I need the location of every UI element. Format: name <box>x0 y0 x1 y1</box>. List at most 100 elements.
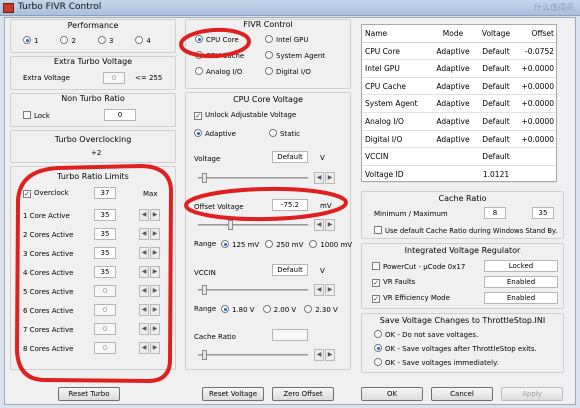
lock-checkbox-box[interactable] <box>23 111 31 119</box>
core-ratio-up-button[interactable]: ▶ <box>150 209 160 221</box>
mode-static-radio[interactable]: Static <box>269 129 300 138</box>
core-ratio-input[interactable]: 35 <box>94 247 116 259</box>
voltage-slider[interactable] <box>198 173 308 183</box>
save-option[interactable]: OK - Save voltages after ThrottleStop ex… <box>374 342 562 356</box>
performance-option-4[interactable]: 4 <box>135 36 151 45</box>
core-ratio-up-button[interactable]: ▶ <box>150 247 160 259</box>
vccin-range-radio-dot[interactable] <box>262 305 271 313</box>
extra-voltage-input[interactable]: 0 <box>103 72 125 84</box>
performance-option-2[interactable]: 2 <box>60 36 76 45</box>
cache-ratio-down-button[interactable]: ◀ <box>314 349 324 361</box>
offset-down-button[interactable]: ◀ <box>314 219 324 231</box>
core-ratio-down-button[interactable]: ◀ <box>139 304 149 316</box>
ivr-checkbox[interactable]: PowerCut - µCode 0x17 <box>372 262 465 271</box>
offset-range-radio-dot[interactable] <box>309 240 318 248</box>
voltage-slider-thumb[interactable] <box>202 173 207 183</box>
save-option[interactable]: OK - Save voltages immediately. <box>374 356 562 370</box>
core-ratio-input[interactable]: 35 <box>94 266 116 278</box>
core-ratio-down-button[interactable]: ◀ <box>139 323 149 335</box>
core-ratio-down-button[interactable]: ◀ <box>139 228 149 240</box>
vccin-range-option[interactable]: 2.30 V <box>304 305 338 314</box>
offset-up-button[interactable]: ▶ <box>325 219 335 231</box>
fivr-option-cpu-cache[interactable]: CPU Cache <box>195 51 244 60</box>
apply-button[interactable]: Apply <box>501 387 563 401</box>
vccin-range-radio-dot[interactable] <box>304 305 313 313</box>
ivr-checkbox[interactable]: ✓ VR Efficiency Mode <box>372 294 450 303</box>
voltage-table-row[interactable]: Intel GPU Adaptive Default +0.0000 <box>362 60 556 78</box>
offset-range-option[interactable]: 250 mV <box>265 240 303 249</box>
offset-range-radio-dot[interactable] <box>221 240 229 248</box>
ok-button[interactable]: OK <box>361 387 423 401</box>
voltage-input[interactable]: Default <box>272 151 308 163</box>
core-ratio-input[interactable]: 0 <box>94 285 116 297</box>
reset-voltage-button[interactable]: Reset Voltage <box>202 387 264 401</box>
performance-radio-dot[interactable] <box>60 36 69 44</box>
save-radio-dot[interactable] <box>374 330 382 338</box>
voltage-table-row[interactable]: Voltage ID 1.0121 <box>362 166 556 184</box>
offset-voltage-input[interactable]: -75.2 <box>272 199 308 211</box>
voltage-table-row[interactable]: VCCIN Default <box>362 148 556 166</box>
cache-ratio-input[interactable] <box>272 329 308 341</box>
cancel-button[interactable]: Cancel <box>431 387 493 401</box>
voltage-table-row[interactable]: Analog I/O Adaptive Default +0.0000 <box>362 113 556 131</box>
core-ratio-down-button[interactable]: ◀ <box>139 209 149 221</box>
core-ratio-up-button[interactable]: ▶ <box>150 304 160 316</box>
voltage-up-button[interactable]: ▶ <box>325 172 335 184</box>
overclock-checkbox-box[interactable]: ✓ <box>23 190 31 198</box>
fivr-option-cpu-core[interactable]: CPU Core <box>195 35 239 44</box>
default-cache-checkbox[interactable]: Use default Cache Ratio during Windows S… <box>374 226 557 235</box>
core-ratio-down-button[interactable]: ◀ <box>139 285 149 297</box>
offset-range-option[interactable]: 1000 mV <box>309 240 352 249</box>
core-ratio-input[interactable]: 35 <box>94 228 116 240</box>
offset-range-option[interactable]: 125 mV <box>221 240 259 249</box>
core-ratio-input[interactable]: 0 <box>94 323 116 335</box>
fivr-option-analog-i-o[interactable]: Analog I/O <box>195 67 242 76</box>
vccin-slider-thumb[interactable] <box>202 285 207 295</box>
unlock-voltage-checkbox-box[interactable]: ✓ <box>194 112 202 120</box>
core-ratio-input[interactable]: 0 <box>94 304 116 316</box>
fivr-option-system-agent[interactable]: System Agent <box>265 51 325 60</box>
vccin-down-button[interactable]: ◀ <box>314 284 324 296</box>
ivr-checkbox-box[interactable]: ✓ <box>372 295 380 303</box>
core-ratio-up-button[interactable]: ▶ <box>150 323 160 335</box>
fivr-radio-dot[interactable] <box>265 35 273 43</box>
vccin-input[interactable]: Default <box>272 264 308 276</box>
offset-slider-thumb[interactable] <box>228 220 233 230</box>
mode-adaptive-radio-dot[interactable] <box>194 129 202 137</box>
cache-ratio-slider-thumb[interactable] <box>202 350 207 360</box>
performance-option-1[interactable]: 1 <box>23 36 38 45</box>
ivr-checkbox[interactable]: ✓ VR Faults <box>372 278 415 287</box>
ivr-checkbox-box[interactable]: ✓ <box>372 279 380 287</box>
save-option[interactable]: OK - Do not save voltages. <box>374 328 562 342</box>
core-ratio-up-button[interactable]: ▶ <box>150 266 160 278</box>
core-ratio-up-button[interactable]: ▶ <box>150 285 160 297</box>
performance-radio-dot[interactable] <box>23 36 31 44</box>
voltage-down-button[interactable]: ◀ <box>314 172 324 184</box>
cache-ratio-slider[interactable] <box>198 350 308 360</box>
ivr-checkbox-box[interactable] <box>372 262 380 270</box>
zero-offset-button[interactable]: Zero Offset <box>272 387 334 401</box>
overclock-input[interactable]: 37 <box>94 187 116 199</box>
offset-slider[interactable] <box>198 220 308 230</box>
save-radio-dot[interactable] <box>374 344 382 352</box>
fivr-radio-dot[interactable] <box>265 51 273 59</box>
overclock-checkbox[interactable]: ✓ Overclock <box>23 189 69 198</box>
core-ratio-up-button[interactable]: ▶ <box>150 228 160 240</box>
fivr-option-intel-gpu[interactable]: Intel GPU <box>265 35 309 44</box>
fivr-option-digital-i-o[interactable]: Digital I/O <box>265 67 311 76</box>
vccin-up-button[interactable]: ▶ <box>325 284 335 296</box>
lock-checkbox[interactable]: Lock <box>23 111 50 120</box>
offset-range-radio-dot[interactable] <box>265 240 274 248</box>
cache-ratio-up-button[interactable]: ▶ <box>325 349 335 361</box>
core-ratio-down-button[interactable]: ◀ <box>139 247 149 259</box>
reset-turbo-button[interactable]: Reset Turbo <box>58 387 120 401</box>
core-ratio-down-button[interactable]: ◀ <box>139 266 149 278</box>
core-ratio-up-button[interactable]: ▶ <box>150 342 160 354</box>
performance-radio-dot[interactable] <box>135 36 144 44</box>
fivr-radio-dot[interactable] <box>265 67 273 75</box>
fivr-radio-dot[interactable] <box>195 67 203 75</box>
title-bar[interactable]: Turbo FIVR Control 什么值得买 <box>0 0 580 16</box>
non-turbo-input[interactable]: 0 <box>104 109 136 121</box>
voltage-table-row[interactable]: Digital I/O Adaptive Default +0.0000 <box>362 131 556 149</box>
voltage-table-row[interactable]: System Agent Adaptive Default +0.0000 <box>362 95 556 113</box>
